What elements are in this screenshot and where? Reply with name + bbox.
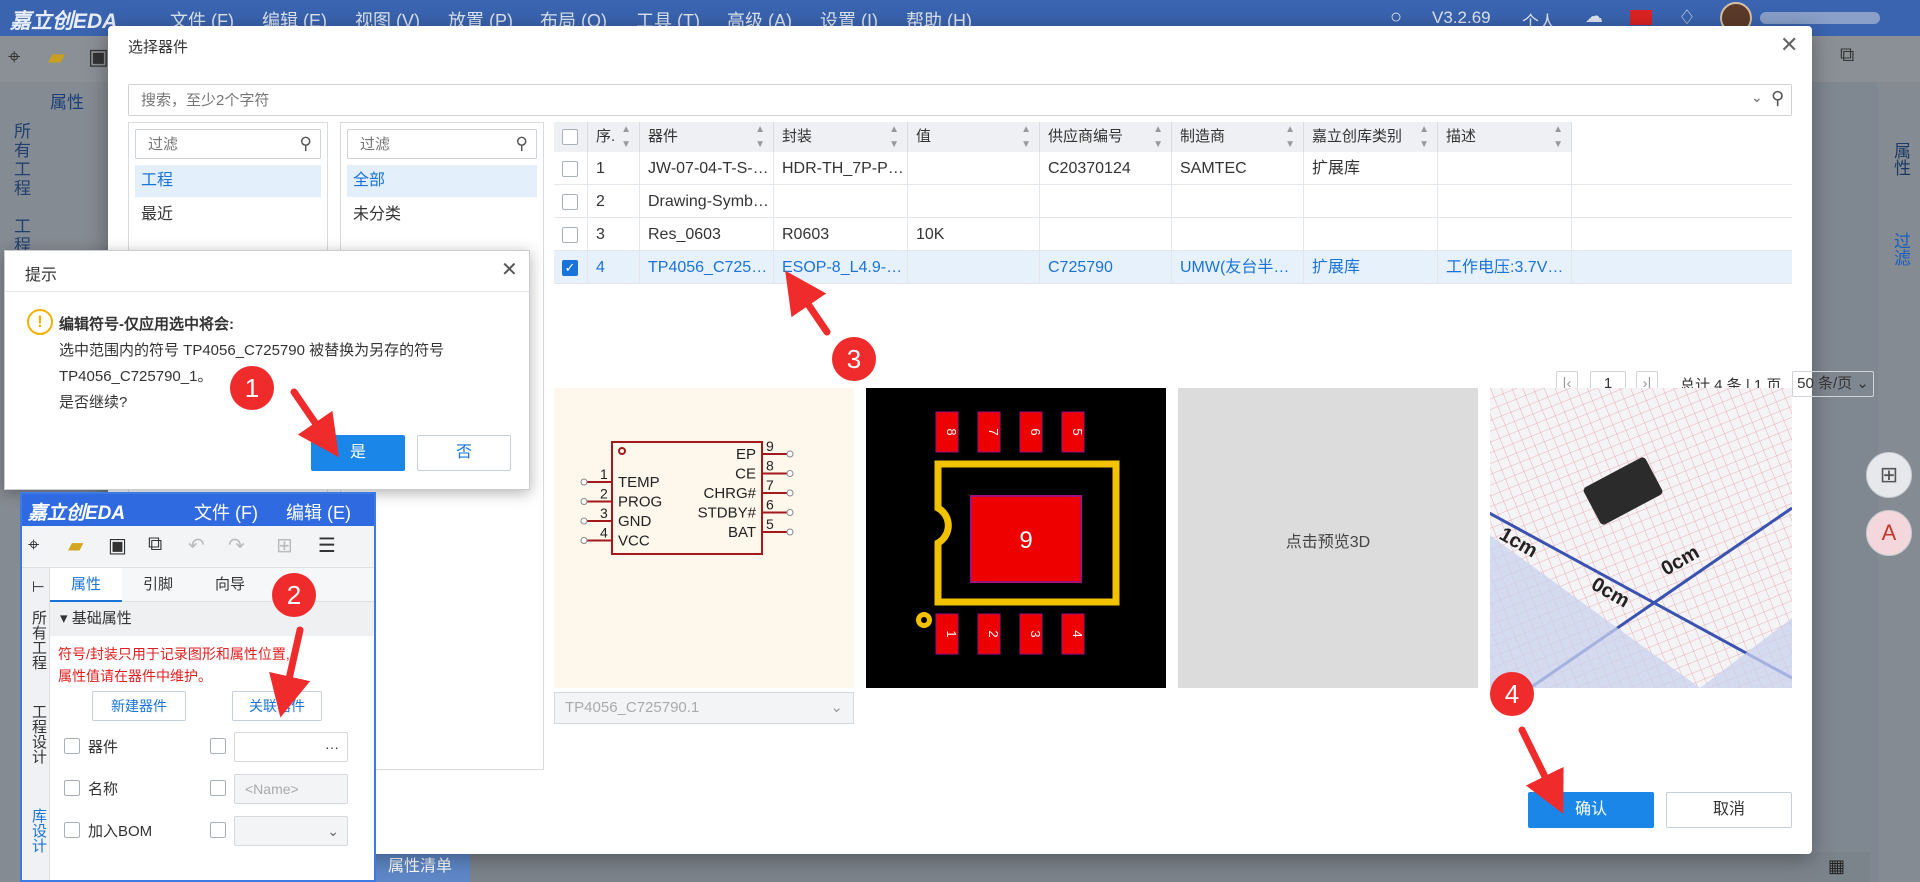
annotation-badge-1: 1 [230,366,274,410]
annotation-badge-3: 3 [832,337,876,381]
arrow-3 [785,270,831,336]
arrow-2 [269,626,311,718]
arrow-4 [1518,726,1564,814]
arrow-1 [290,388,339,458]
annotation-badge-2: 2 [272,573,316,617]
annotation-arrows [269,270,1564,814]
annotation-badge-4: 4 [1490,672,1534,716]
